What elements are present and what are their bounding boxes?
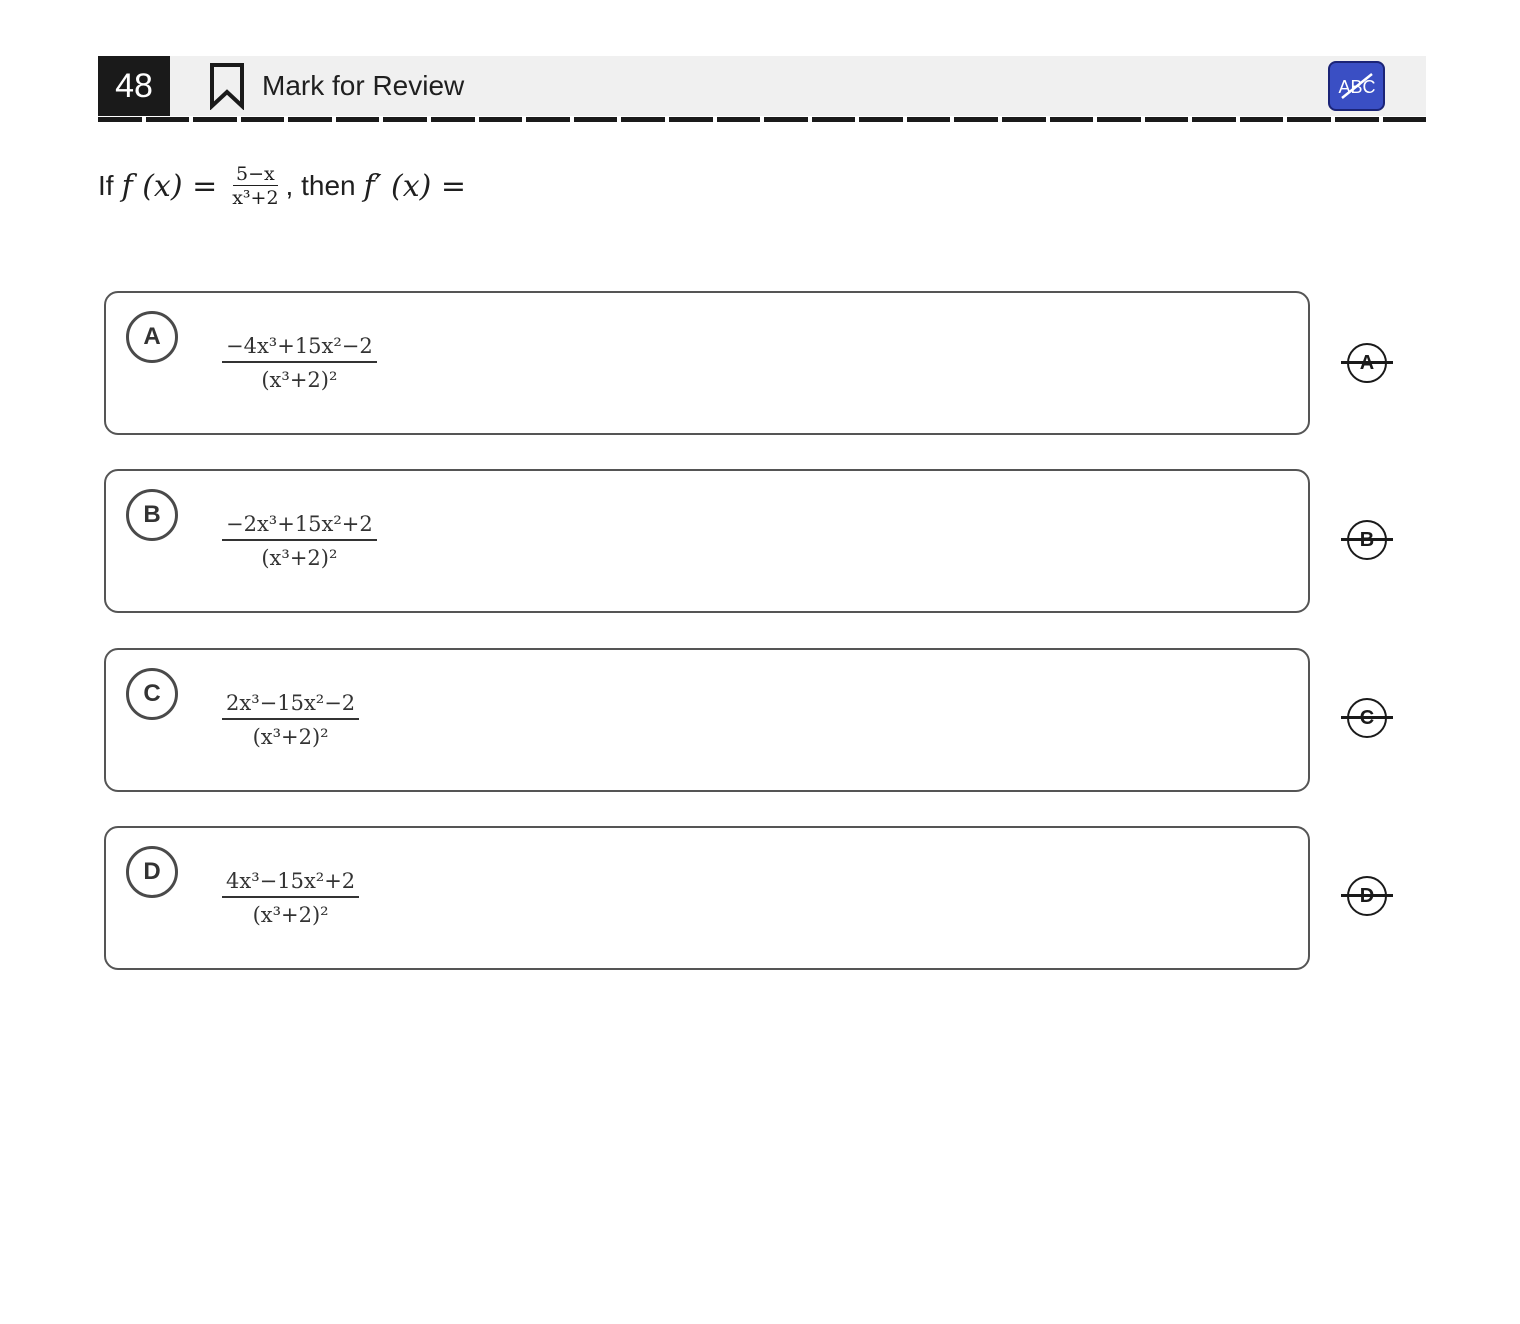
question-function-lhs: f (x) = [121,168,218,204]
choice-letter-b: B [126,489,178,541]
choice-b-numerator: −2x³+15x²+2 [222,511,377,541]
choice-d-expression: 4x³−15x²+2 (x³+2)² [222,868,360,929]
question-derivative-lhs: f′ (x) = [363,168,467,204]
question-numerator: 5−x [233,164,278,186]
mark-for-review-label: Mark for Review [262,70,465,101]
choice-letter-c: C [126,668,178,720]
choice-d-numerator: 4x³−15x²+2 [222,868,360,898]
answer-choice-d[interactable]: D 4x³−15x²+2 (x³+2)² [104,826,1310,970]
eliminate-choice-d-button[interactable]: D [1341,876,1393,916]
answer-choice-c[interactable]: C 2x³−15x²−2 (x³+2)² [104,648,1310,792]
choice-c-denominator: (x³+2)² [252,725,329,749]
bookmark-icon [210,63,244,110]
question-mid-text: , then [285,170,356,201]
question-header: 48 Mark for Review ABC [98,56,1426,116]
choice-letter-d: D [126,846,178,898]
question-text: If f (x) = 5−x x³+2 , then f′ (x) = [98,158,466,214]
answer-eliminator-toggle-button[interactable]: ABC [1328,61,1385,111]
question-denominator: x³+2 [232,186,279,209]
question-fraction: 5−x x³+2 [229,164,281,209]
header-divider [98,117,1427,123]
question-prefix: If [98,170,114,201]
choice-c-expression: 2x³−15x²−2 (x³+2)² [222,690,360,751]
mark-for-review-button[interactable]: Mark for Review [208,62,464,110]
eliminate-choice-b-button[interactable]: B [1341,520,1393,560]
choice-a-denominator: (x³+2)² [261,368,338,392]
choice-a-numerator: −4x³+15x²−2 [222,333,377,363]
choice-b-denominator: (x³+2)² [261,546,338,570]
choice-c-numerator: 2x³−15x²−2 [222,690,360,720]
choice-d-denominator: (x³+2)² [252,903,329,927]
answer-choice-b[interactable]: B −2x³+15x²+2 (x³+2)² [104,469,1310,613]
choice-a-expression: −4x³+15x²−2 (x³+2)² [222,333,377,394]
choice-letter-a: A [126,311,178,363]
eliminate-choice-c-button[interactable]: C [1341,698,1393,738]
abc-strikethrough-icon: ABC [1338,73,1375,99]
choice-b-expression: −2x³+15x²+2 (x³+2)² [222,511,377,572]
eliminate-choice-a-button[interactable]: A [1341,343,1393,383]
answer-choice-a[interactable]: A −4x³+15x²−2 (x³+2)² [104,291,1310,435]
question-number: 48 [98,56,170,116]
